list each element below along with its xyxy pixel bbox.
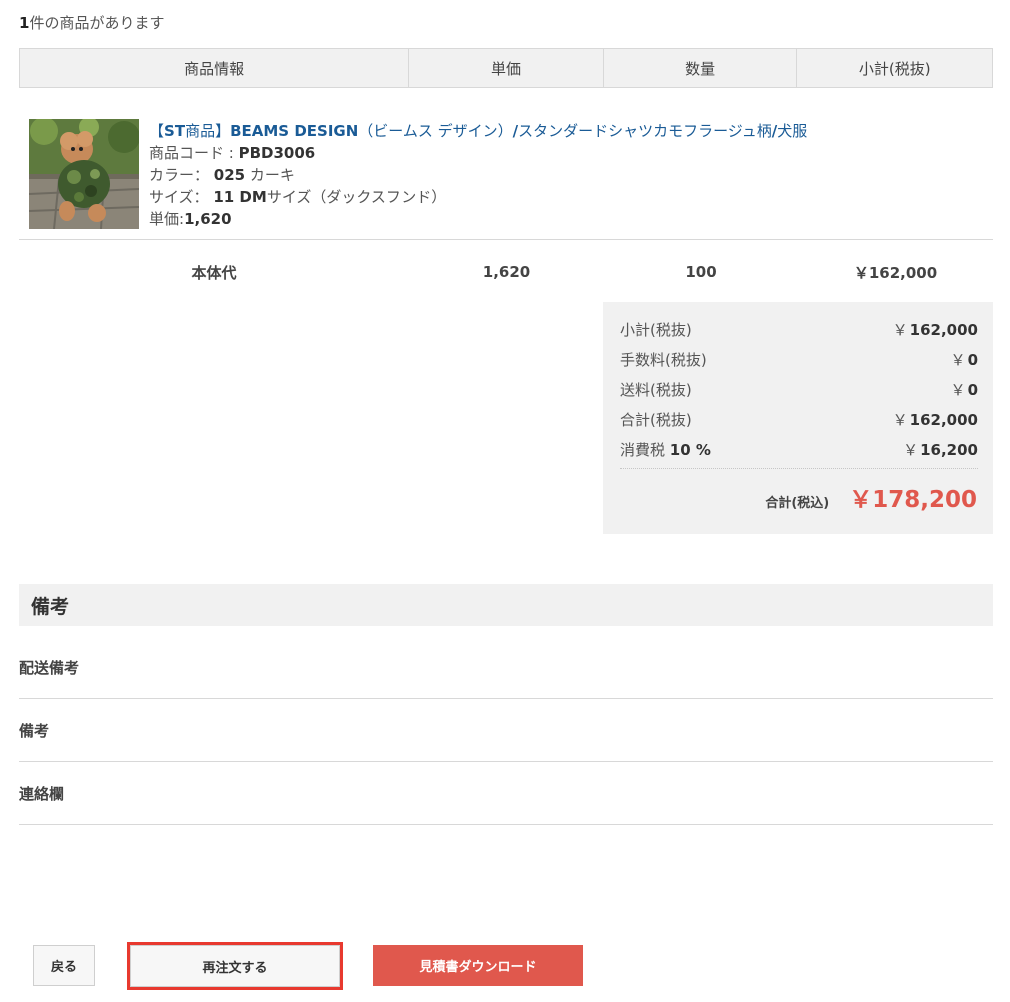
product-name-segment: 【 bbox=[149, 122, 165, 140]
product-price-label: 単価: bbox=[149, 210, 185, 228]
summary-amount: ￥ 162,000 bbox=[893, 409, 978, 430]
product-size-value: 11 DM bbox=[213, 188, 267, 206]
grand-total-label: 合計(税込) bbox=[765, 496, 830, 511]
summary-fee-row: 手数料(税抜) ￥ 0 bbox=[620, 347, 978, 371]
tax-label-group: 消費税 10 % bbox=[620, 439, 711, 460]
summary-amount: ￥ 16,200 bbox=[903, 439, 978, 460]
summary-amount: ￥ 0 bbox=[951, 349, 978, 370]
summary-divider bbox=[620, 468, 978, 469]
product-name-segment: ST bbox=[164, 122, 186, 140]
line-quantity: 100 bbox=[685, 263, 717, 281]
tax-label: 消費税 bbox=[620, 440, 666, 459]
summary-value: 0 bbox=[967, 380, 978, 399]
product-color-label: カラー： bbox=[149, 166, 214, 184]
reorder-button[interactable]: 再注文する bbox=[127, 942, 343, 990]
summary-total-excl-row: 合計(税抜) ￥ 162,000 bbox=[620, 407, 978, 431]
item-count-suffix: 件の商品があります bbox=[29, 14, 165, 32]
order-summary-panel: 小計(税抜) ￥ 162,000 手数料(税抜) ￥ 0 送料(税抜) ￥ 0 合計(… bbox=[603, 302, 993, 534]
header-unit-price: 単価 bbox=[409, 49, 604, 87]
tax-rate: 10 % bbox=[669, 440, 711, 459]
product-name-segment: （ビームス デザイン） bbox=[358, 122, 513, 140]
yen-sign: ￥ bbox=[950, 380, 966, 399]
yen-sign: ￥ bbox=[892, 410, 908, 429]
yen-sign: ￥ bbox=[903, 440, 919, 459]
summary-label: 送料(税抜) bbox=[620, 380, 692, 399]
summary-label: 小計(税抜) bbox=[620, 320, 692, 339]
product-size-label: サイズ： bbox=[149, 188, 214, 206]
summary-value: 162,000 bbox=[909, 320, 978, 339]
summary-value: 16,200 bbox=[920, 440, 978, 459]
product-row: 【ST商品】BEAMS DESIGN（ビームス デザイン）/スタンダードシャツカ… bbox=[19, 118, 993, 240]
summary-tax-row: 消費税 10 % ￥ 16,200 bbox=[620, 437, 978, 461]
remarks-row-delivery: 配送備考 bbox=[19, 636, 993, 699]
summary-label: 合計(税抜) bbox=[620, 410, 692, 429]
back-button[interactable]: 戻る bbox=[33, 945, 95, 986]
summary-value: 162,000 bbox=[909, 410, 978, 429]
product-info: 【ST商品】BEAMS DESIGN（ビームス デザイン）/スタンダードシャツカ… bbox=[149, 120, 807, 230]
product-unit-price: 単価:1,620 bbox=[149, 208, 807, 230]
dog-photo-image bbox=[29, 119, 139, 229]
cart-table-header: 商品情報 単価 数量 小計(税抜) bbox=[19, 48, 993, 88]
product-code-label: 商品コード : bbox=[149, 144, 239, 162]
product-color-value: 025 bbox=[213, 166, 246, 184]
line-label: 本体代 bbox=[191, 263, 237, 282]
grand-total: 合計(税込) ￥178,200 bbox=[765, 480, 977, 514]
product-name-segment: 犬服 bbox=[777, 122, 808, 140]
product-size-name: サイズ（ダックスフンド） bbox=[266, 188, 447, 206]
item-count-text: 1件の商品があります bbox=[19, 12, 164, 33]
product-color-name: カーキ bbox=[245, 166, 295, 184]
grand-total-amount: ￥178,200 bbox=[849, 487, 977, 513]
product-size: サイズ： 11 DMサイズ（ダックスフンド） bbox=[149, 186, 807, 208]
product-code-value: PBD3006 bbox=[238, 144, 316, 162]
summary-label: 手数料(税抜) bbox=[620, 350, 707, 369]
line-unit-price: 1,620 bbox=[482, 263, 531, 281]
summary-amount: ￥ 162,000 bbox=[893, 319, 978, 340]
yen-sign: ￥ bbox=[892, 320, 908, 339]
summary-value: 0 bbox=[967, 350, 978, 369]
header-subtotal: 小計(税抜) bbox=[858, 59, 931, 78]
line-subtotal: ￥162,000 bbox=[853, 263, 938, 282]
header-quantity: 数量 bbox=[604, 49, 798, 87]
product-name-segment: BEAMS DESIGN bbox=[230, 122, 359, 140]
product-price-value: 1,620 bbox=[184, 210, 232, 228]
remarks-row-notes: 備考 bbox=[19, 699, 993, 762]
item-count-number: 1 bbox=[19, 14, 30, 32]
line-total-row: 本体代 1,620 100 ￥162,000 bbox=[19, 252, 993, 292]
product-thumbnail[interactable] bbox=[29, 119, 139, 229]
product-code: 商品コード : PBD3006 bbox=[149, 142, 807, 164]
header-product-info: 商品情報 bbox=[20, 49, 410, 87]
summary-amount: ￥ 0 bbox=[951, 379, 978, 400]
product-name-segment: スタンダードシャツカモフラージュ柄 bbox=[518, 122, 772, 140]
product-color: カラー： 025 カーキ bbox=[149, 164, 807, 186]
summary-subtotal-row: 小計(税抜) ￥ 162,000 bbox=[620, 317, 978, 341]
product-name-link[interactable]: 【ST商品】BEAMS DESIGN（ビームス デザイン）/スタンダードシャツカ… bbox=[149, 120, 807, 142]
remarks-section-title: 備考 bbox=[19, 584, 993, 626]
quote-download-button[interactable]: 見積書ダウンロード bbox=[373, 945, 583, 986]
remarks-row-contact: 連絡欄 bbox=[19, 762, 993, 825]
yen-sign: ￥ bbox=[950, 350, 966, 369]
summary-shipping-row: 送料(税抜) ￥ 0 bbox=[620, 377, 978, 401]
product-name-segment: 商品】 bbox=[185, 122, 231, 140]
